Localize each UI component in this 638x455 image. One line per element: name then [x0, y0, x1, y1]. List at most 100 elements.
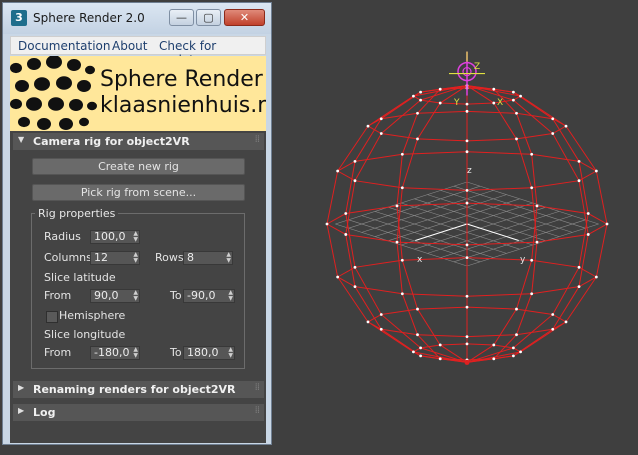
camera-point	[492, 357, 496, 361]
rows-value[interactable]: 8	[187, 252, 194, 264]
spinner-arrows-icon[interactable]: ▲ ▼	[133, 231, 138, 243]
latitude-to-value[interactable]: -90,0	[187, 290, 215, 302]
longitude-to-value[interactable]: 180,0	[187, 347, 219, 359]
longitude-from-spinner[interactable]: -180,0 ▲ ▼	[90, 346, 140, 360]
latitude-from-value[interactable]: 90,0	[94, 290, 119, 302]
spinner-arrows-icon[interactable]: ▲ ▼	[226, 252, 231, 264]
camera-point	[465, 294, 469, 298]
camera-point	[492, 87, 496, 91]
longitude-to-label: To	[170, 346, 182, 359]
latitude-to-spinner[interactable]: -90,0 ▲ ▼	[183, 289, 235, 303]
logo-dot	[87, 101, 97, 111]
camera-point	[511, 98, 515, 102]
longitude-line	[466, 85, 589, 363]
camera-point	[551, 132, 555, 135]
camera-point	[465, 188, 469, 192]
camera-point	[419, 90, 423, 94]
camera-point	[515, 333, 518, 337]
logo-dot	[77, 80, 91, 92]
camera-point	[465, 150, 469, 154]
longitude-line	[466, 85, 589, 363]
grip-icon: ⁞⁞	[254, 382, 260, 393]
camera-point	[519, 94, 522, 98]
slice-latitude-label: Slice latitude	[44, 271, 116, 284]
camera-point	[465, 342, 469, 346]
spinner-arrows-icon[interactable]: ▲ ▼	[228, 347, 233, 359]
camera-point	[395, 204, 399, 208]
camera-point	[400, 292, 404, 296]
dotted-sphere-logo	[10, 56, 97, 130]
columns-value[interactable]: 12	[94, 252, 108, 264]
spinner-arrows-icon[interactable]: ▲ ▼	[133, 347, 138, 359]
camera-point	[336, 275, 340, 279]
camera-point	[416, 307, 419, 311]
camera-point	[519, 350, 522, 354]
rollout-log-header[interactable]: ▶ Log ⁞⁞	[13, 404, 264, 421]
camera-point	[395, 240, 399, 244]
logo-dot	[26, 97, 42, 111]
minimize-button[interactable]: —	[169, 9, 194, 26]
camera-point	[511, 346, 515, 350]
logo-dot	[69, 99, 83, 111]
rollout-camera-rig-header[interactable]: ▼ Camera rig for object2VR ⁞⁞	[13, 133, 264, 150]
rollout-renaming-header[interactable]: ▶ Renaming renders for object2VR ⁞⁞	[13, 381, 264, 398]
camera-point	[419, 354, 423, 358]
camera-point	[594, 169, 598, 173]
latitude-to-label: To	[170, 289, 182, 302]
camera-point	[438, 357, 442, 361]
create-new-rig-button[interactable]: Create new rig	[32, 158, 245, 175]
camera-point	[400, 152, 404, 156]
longitude-line	[466, 85, 538, 363]
radius-spinner[interactable]: 100,0 ▲ ▼	[90, 230, 140, 244]
sphere-render-window: 3 Sphere Render 2.0 — ▢ ✕ Documentation …	[2, 2, 272, 445]
grip-icon: ⁞⁞	[254, 134, 260, 145]
columns-label: Columns	[44, 251, 92, 264]
camera-point	[586, 212, 590, 215]
logo-dot	[59, 118, 73, 130]
radius-value[interactable]: 100,0	[94, 231, 126, 243]
longitude-from-value[interactable]: -180,0	[94, 347, 129, 359]
spinner-arrows-icon[interactable]: ▲ ▼	[133, 290, 138, 302]
camera-point	[325, 222, 329, 226]
spinner-arrows-icon[interactable]: ▲ ▼	[133, 252, 138, 264]
pick-rig-button[interactable]: Pick rig from scene...	[32, 184, 245, 201]
banner-title: Sphere Render	[100, 67, 263, 92]
camera-point	[465, 335, 469, 339]
menu-documentation[interactable]: Documentation	[18, 39, 111, 53]
spinner-arrows-icon[interactable]: ▲ ▼	[228, 290, 233, 302]
logo-dot	[79, 117, 89, 127]
camera-point	[551, 313, 555, 316]
gizmo-x-label: X	[497, 98, 504, 108]
hemisphere-label: Hemisphere	[59, 309, 126, 322]
title-bar[interactable]: 3 Sphere Render 2.0 — ▢ ✕	[3, 3, 271, 34]
camera-point	[412, 350, 415, 354]
camera-point	[438, 343, 442, 347]
longitude-from-label: From	[44, 346, 72, 359]
hemisphere-checkbox[interactable]	[46, 311, 58, 323]
camera-point	[465, 139, 469, 143]
longitude-to-spinner[interactable]: 180,0 ▲ ▼	[183, 346, 235, 360]
latitude-from-spinner[interactable]: 90,0 ▲ ▼	[90, 289, 140, 303]
rows-spinner[interactable]: 8 ▲ ▼	[183, 251, 233, 265]
camera-point	[438, 101, 442, 105]
longitude-line	[396, 85, 468, 363]
logo-dot	[10, 98, 22, 110]
close-button[interactable]: ✕	[224, 9, 265, 26]
expand-arrow-icon: ▶	[18, 406, 25, 415]
camera-point	[605, 222, 609, 226]
columns-spinner[interactable]: 12 ▲ ▼	[90, 251, 140, 265]
camera-point	[577, 265, 581, 269]
camera-point	[564, 124, 568, 128]
logo-dot	[34, 77, 50, 91]
camera-point	[353, 285, 357, 289]
latitude-from-label: From	[44, 289, 72, 302]
longitude-line	[345, 85, 468, 363]
menu-about[interactable]: About	[112, 39, 147, 53]
camera-point	[353, 179, 357, 183]
camera-point	[515, 137, 518, 141]
banner: Sphere Render klaasnienhuis.nl	[10, 56, 266, 131]
camera-point	[379, 327, 383, 331]
maximize-button[interactable]: ▢	[196, 9, 221, 26]
wireframe-sphere	[325, 84, 609, 364]
camera-point	[577, 285, 581, 289]
